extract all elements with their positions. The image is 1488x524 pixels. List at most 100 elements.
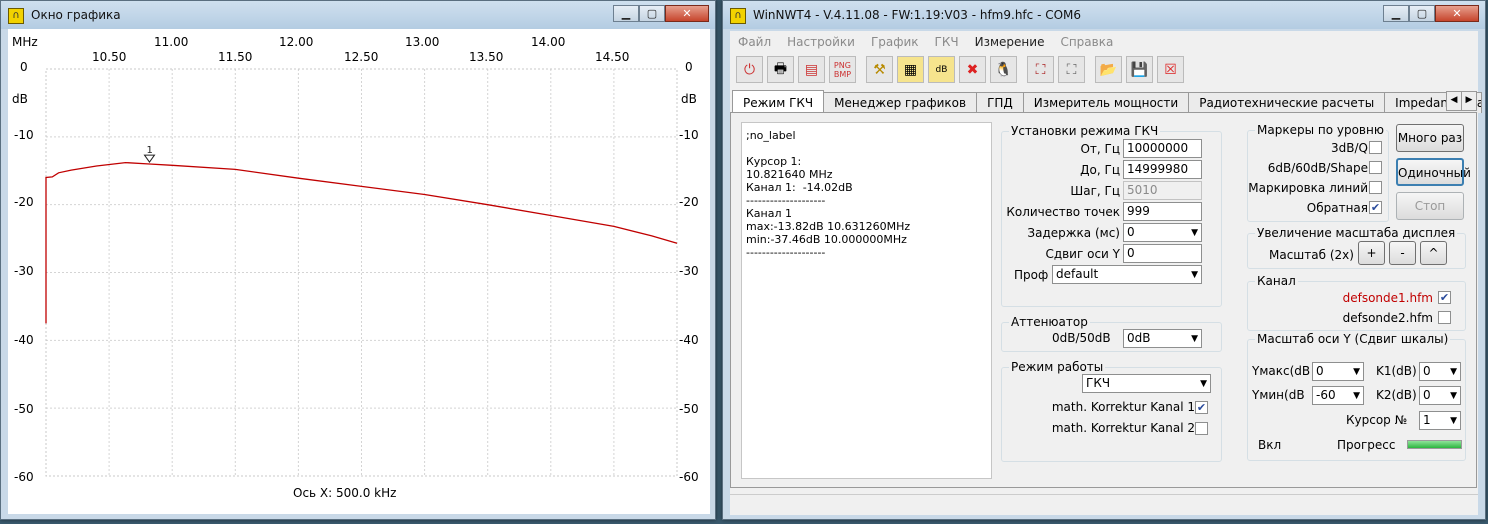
zoom-title: Увеличение масштаба дисплея <box>1255 226 1458 240</box>
x-tick-bottom: 13.50 <box>469 50 504 64</box>
y-tick-right: -60 <box>679 470 699 484</box>
ymax-label: Yмакс(dB <box>1252 364 1311 378</box>
tab-rf-calculations[interactable]: Радиотехнические расчеты <box>1188 92 1386 113</box>
tab-scroll-left[interactable]: ◀ <box>1446 91 1462 111</box>
app-window-title: WinNWT4 - V.4.11.08 - FW:1.19:V03 - hfm9… <box>753 8 1082 22</box>
toolbar: ⏻ 🖶 ▤ PNG BMP ⚒ ▦ dB ✖ 🐧 ⛶ ⛶ 📂 💾 ☒ <box>736 56 1188 83</box>
chevron-down-icon: ▼ <box>1450 367 1457 377</box>
many-times-button[interactable]: Много раз <box>1396 124 1464 152</box>
yshift-input[interactable]: 0 <box>1123 244 1202 263</box>
calibrate-icon[interactable]: ⛶ <box>1027 56 1054 83</box>
cursor-select[interactable]: 1 ▼ <box>1419 411 1461 430</box>
info-text-box[interactable]: ;no_label Курсор 1: 10.821640 MHz Канал … <box>741 122 992 479</box>
x-tick-top: 11.00 <box>154 35 189 49</box>
chart-icon[interactable]: ▦ <box>897 56 924 83</box>
minimize-button[interactable]: ▁ <box>613 5 639 22</box>
profile-label: Проф <box>1014 268 1049 282</box>
tab-bar: Режим ГКЧ Менеджер графиков ГПД Измерите… <box>732 90 1483 113</box>
delete-icon[interactable]: ☒ <box>1157 56 1184 83</box>
stop-button[interactable]: Стоп <box>1396 192 1464 220</box>
x-scale-label: Ось X: 500.0 kHz <box>293 486 397 500</box>
k2-select[interactable]: 0 ▼ <box>1419 386 1461 405</box>
zoom-label: Масштаб (2x) <box>1269 248 1354 262</box>
open-folder-icon[interactable]: 📂 <box>1095 56 1122 83</box>
menu-help[interactable]: Справка <box>1052 31 1121 53</box>
marker-triangle <box>143 154 156 163</box>
menu-graph[interactable]: График <box>863 31 927 53</box>
profile-select-value: default <box>1056 267 1099 281</box>
app-window-titlebar[interactable]: ∩ WinNWT4 - V.4.11.08 - FW:1.19:V03 - hf… <box>723 1 1485 29</box>
single-button[interactable]: Одиночный <box>1396 158 1471 186</box>
maximize-button[interactable]: ▢ <box>1409 5 1435 22</box>
menu-sweep[interactable]: ГКЧ <box>927 31 967 53</box>
zoom-up-button[interactable]: ^ <box>1420 241 1447 265</box>
attenuator-select-value: 0dB <box>1127 331 1151 345</box>
attenuator-title: Аттенюатор <box>1009 315 1090 329</box>
progress-fill <box>1408 441 1461 448</box>
marker-3db-checkbox[interactable] <box>1369 141 1382 154</box>
y-tick-right: 0 <box>685 60 693 74</box>
tab-graph-manager[interactable]: Менеджер графиков <box>823 92 978 113</box>
yshift-label: Сдвиг оси Y <box>1045 247 1120 261</box>
tab-sweep-mode[interactable]: Режим ГКЧ <box>732 90 825 113</box>
y-unit-left: dB <box>12 92 28 106</box>
printer-icon[interactable]: 🖶 <box>767 56 794 83</box>
chevron-down-icon: ▼ <box>1353 367 1360 377</box>
zoom-plus-button[interactable]: + <box>1358 241 1385 265</box>
step-label: Шаг, Гц <box>1070 184 1120 198</box>
channel2-label: defsonde2.hfm <box>1342 311 1433 325</box>
marker-inverse-checkbox[interactable]: ✔ <box>1369 201 1382 214</box>
to-input[interactable]: 14999980 <box>1123 160 1202 179</box>
graph-window-titlebar[interactable]: ∩ Окно графика ▁ ▢ ✕ <box>1 1 715 29</box>
corr1-checkbox[interactable]: ✔ <box>1195 401 1208 414</box>
y-tick-right: -30 <box>679 264 699 278</box>
marker-lines-checkbox[interactable] <box>1369 181 1382 194</box>
delay-select[interactable]: 0 ▼ <box>1123 223 1202 242</box>
from-input[interactable]: 10000000 <box>1123 139 1202 158</box>
menu-settings[interactable]: Настройки <box>779 31 863 53</box>
cursor-label: Курсор № <box>1346 413 1408 427</box>
dB-chart-icon[interactable]: dB <box>928 56 955 83</box>
zoom-minus-button[interactable]: - <box>1389 241 1416 265</box>
save-icon[interactable]: 💾 <box>1126 56 1153 83</box>
channel1-checkbox[interactable]: ✔ <box>1438 291 1451 304</box>
status-bar <box>730 494 1478 515</box>
y-tick-left: -30 <box>14 264 34 278</box>
close-button[interactable]: ✕ <box>1435 5 1479 22</box>
y-unit-right: dB <box>681 92 697 106</box>
menu-file[interactable]: Файл <box>730 31 779 53</box>
corr2-checkbox[interactable] <box>1195 422 1208 435</box>
marker-6db-checkbox[interactable] <box>1369 161 1382 174</box>
tab-power-meter[interactable]: Измеритель мощности <box>1022 92 1190 113</box>
graph-area[interactable]: 1 MHz 11.00 12.00 13.00 14.00 10.50 11.5… <box>8 29 710 514</box>
maximize-button[interactable]: ▢ <box>639 5 665 22</box>
power-icon[interactable]: ⏻ <box>736 56 763 83</box>
print-preview-icon[interactable]: ▤ <box>798 56 825 83</box>
profile-select[interactable]: default ▼ <box>1052 265 1202 284</box>
menu-bar: Файл Настройки График ГКЧ Измерение Спра… <box>730 31 1121 53</box>
close-button[interactable]: ✕ <box>665 5 709 22</box>
x-unit-label: MHz <box>12 35 38 49</box>
attenuator-select[interactable]: 0dB ▼ <box>1123 329 1202 348</box>
tux-icon[interactable]: 🐧 <box>990 56 1017 83</box>
menu-measure[interactable]: Измерение <box>967 31 1053 53</box>
delay-select-value: 0 <box>1127 225 1135 239</box>
wrench-icon[interactable]: ✖ <box>959 56 986 83</box>
x-tick-bottom: 14.50 <box>595 50 630 64</box>
mode-select[interactable]: ГКЧ ▼ <box>1082 374 1211 393</box>
tab-scroll-right[interactable]: ▶ <box>1461 91 1477 111</box>
y-tick-right: -20 <box>679 195 699 209</box>
calibrate2-icon[interactable]: ⛶ <box>1058 56 1085 83</box>
minimize-button[interactable]: ▁ <box>1383 5 1409 22</box>
points-input[interactable]: 999 <box>1123 202 1202 221</box>
ymin-select[interactable]: -60 ▼ <box>1312 386 1364 405</box>
ymax-select[interactable]: 0 ▼ <box>1312 362 1364 381</box>
chevron-down-icon: ▼ <box>1353 391 1360 401</box>
tools-icon[interactable]: ⚒ <box>866 56 893 83</box>
tab-vfo[interactable]: ГПД <box>976 92 1024 113</box>
png-bmp-icon[interactable]: PNG BMP <box>829 56 856 83</box>
k1-select[interactable]: 0 ▼ <box>1419 362 1461 381</box>
channel2-checkbox[interactable] <box>1438 311 1451 324</box>
app-icon: ∩ <box>8 8 24 24</box>
x-tick-top: 14.00 <box>531 35 566 49</box>
